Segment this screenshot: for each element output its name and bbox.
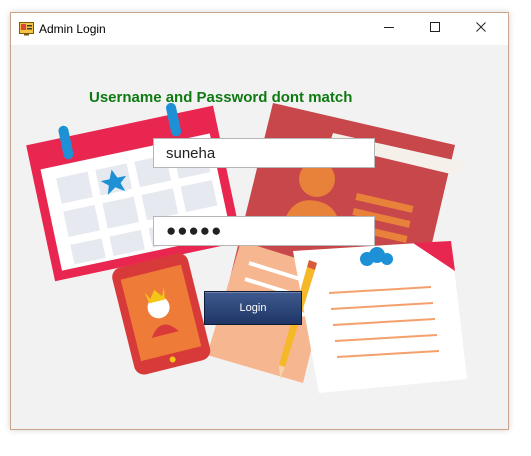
error-message: Username and Password dont match [89,89,353,106]
password-value: ●●●●● [166,221,223,240]
login-button[interactable]: Login [204,291,302,325]
login-button-label: Login [239,302,267,314]
close-button[interactable] [458,13,504,45]
phone-illustration [112,253,211,375]
app-icon [19,22,34,36]
password-field[interactable]: ●●●●● [153,216,375,246]
username-value: suneha [166,144,216,162]
paper-illustration [293,241,467,393]
window-title: Admin Login [39,22,106,36]
title-bar[interactable]: Admin Login [11,13,508,45]
login-window: Admin Login Username and Password dont m… [10,12,509,430]
maximize-button[interactable] [412,13,458,45]
minimize-icon [383,20,395,38]
minimize-button[interactable] [366,13,412,45]
close-icon [475,20,487,38]
maximize-icon [429,20,441,38]
calendar-illustration [26,102,242,282]
login-content: Username and Password dont match suneha … [11,45,508,429]
username-field[interactable]: suneha [153,138,375,168]
